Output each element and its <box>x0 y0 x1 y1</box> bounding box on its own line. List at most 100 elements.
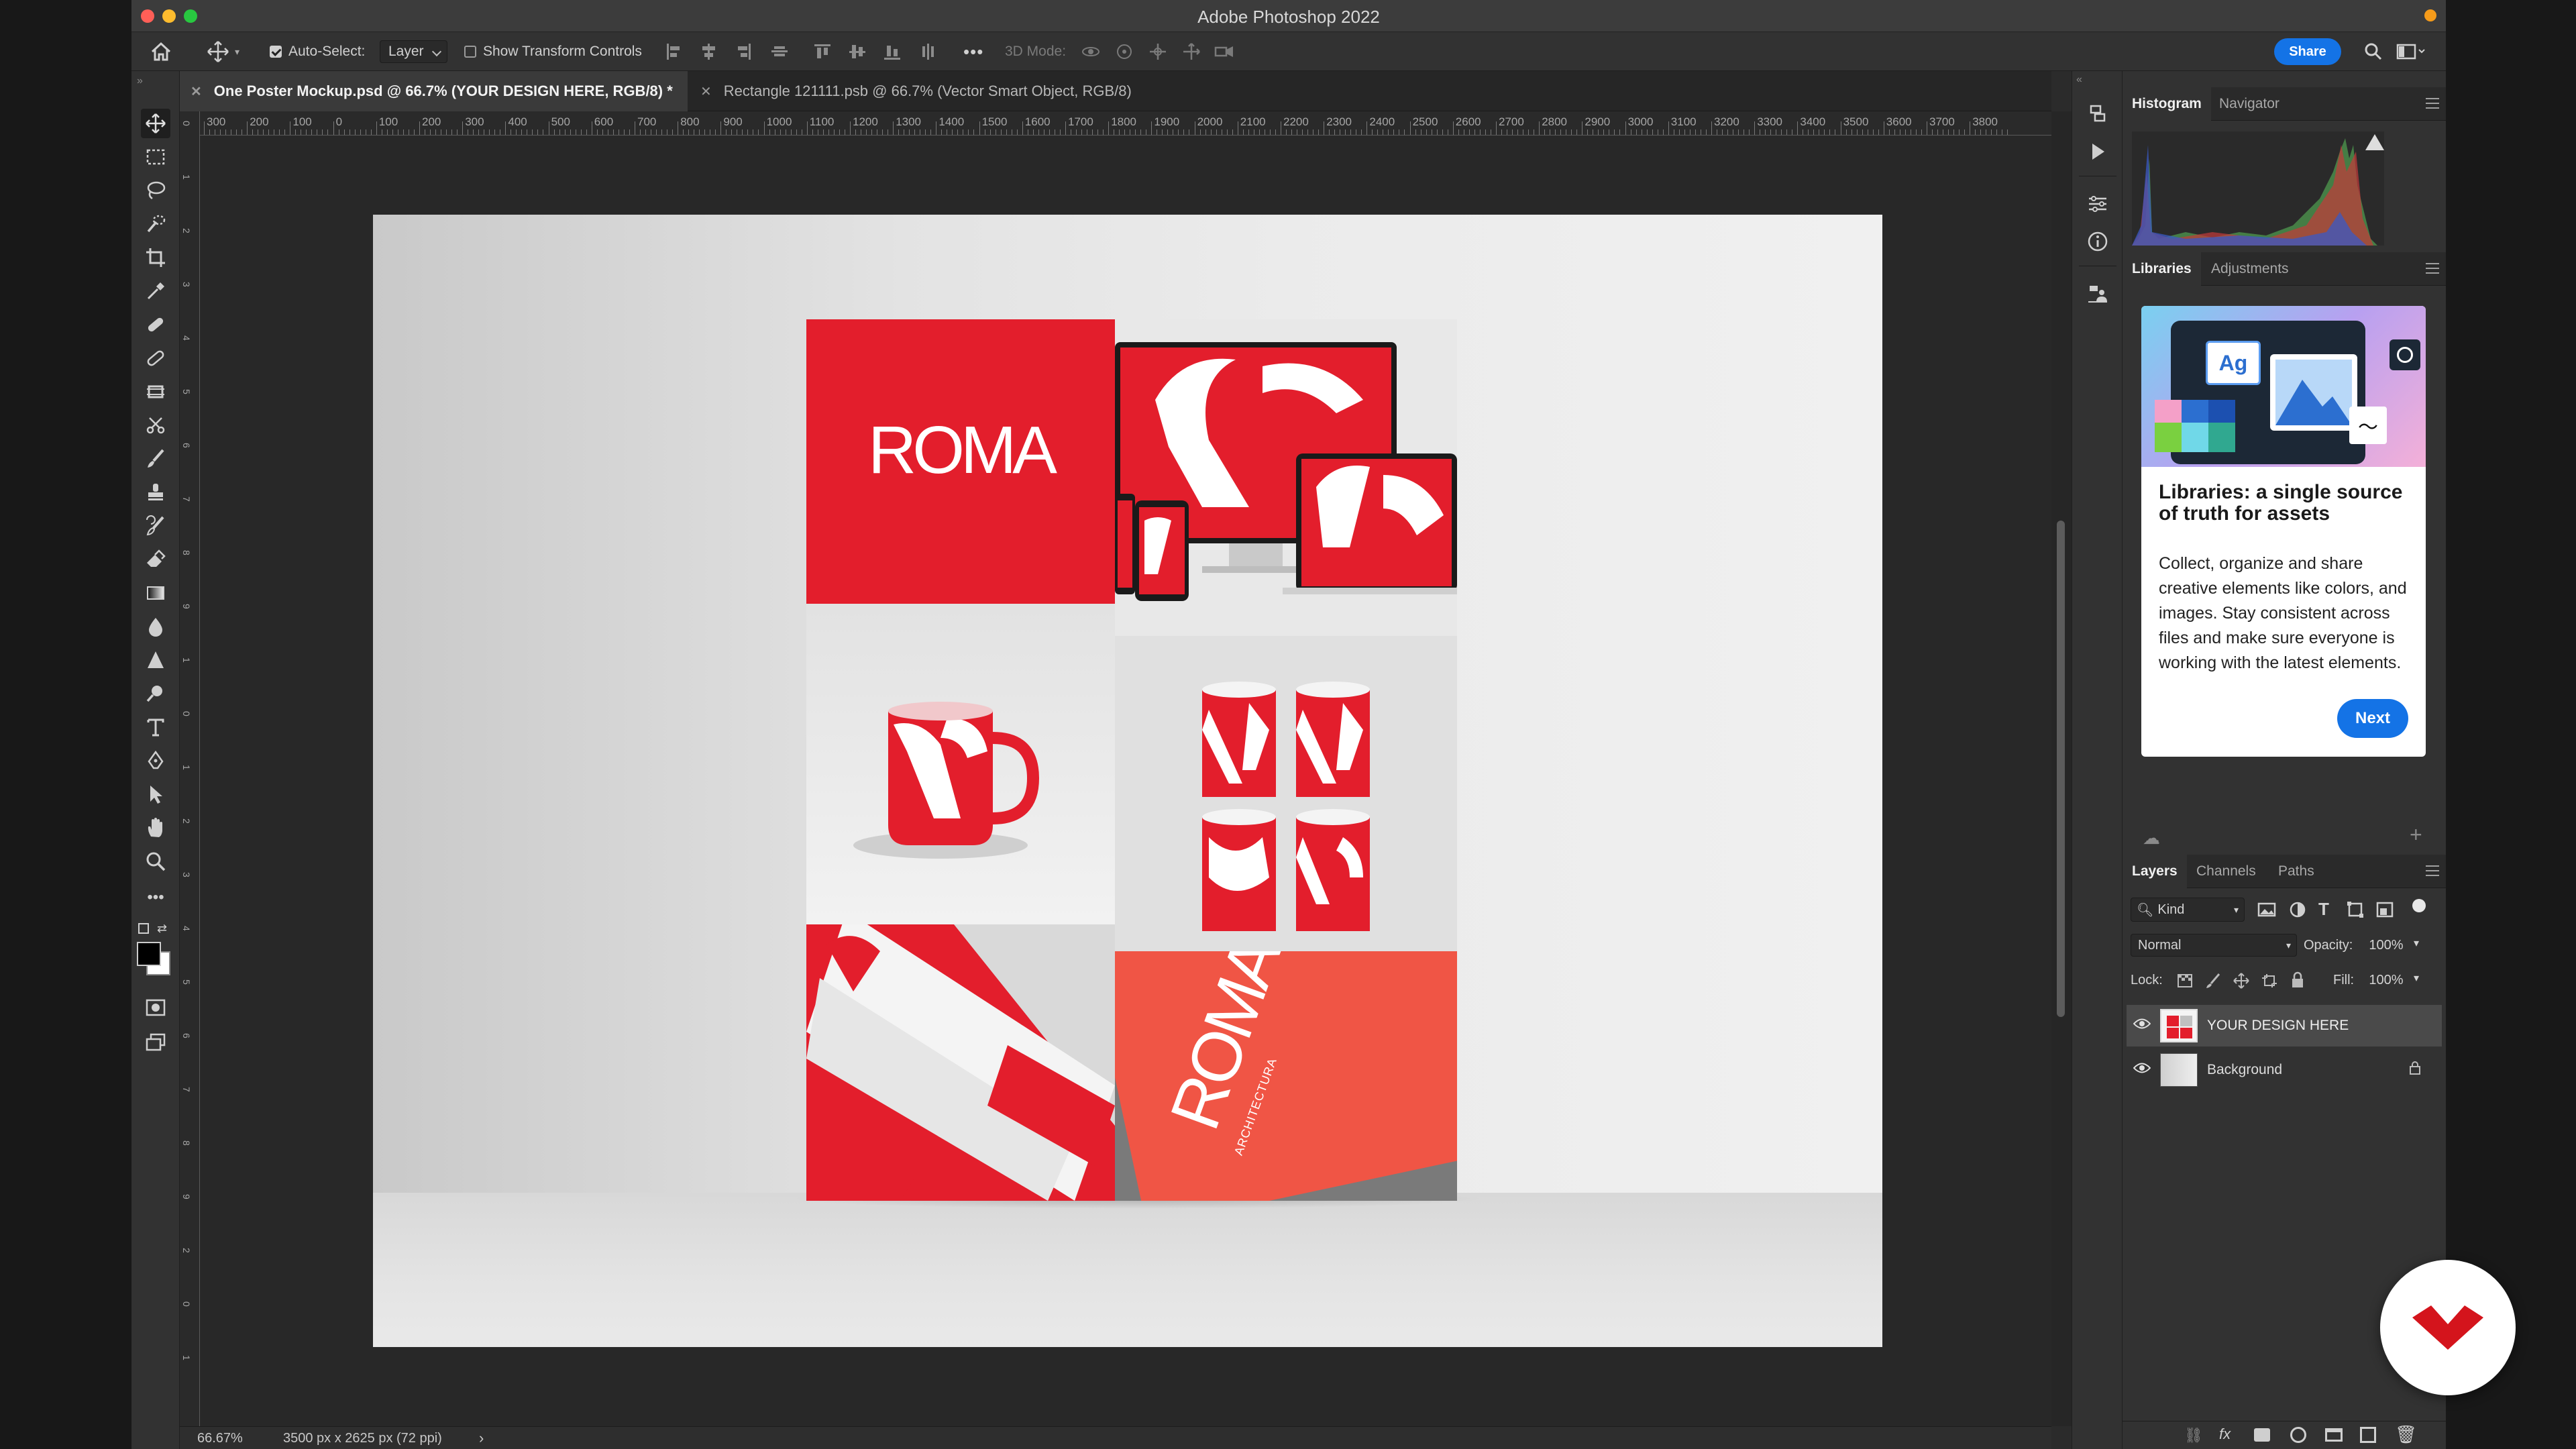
filter-adjustment-icon[interactable] <box>2288 900 2308 919</box>
marquee-tool-button[interactable] <box>141 142 170 172</box>
filter-type-icon[interactable]: T <box>2318 899 2329 920</box>
vertical-scroll-thumb[interactable] <box>2057 521 2065 1017</box>
lock-position-icon[interactable] <box>2233 973 2250 989</box>
tab-layers[interactable]: Layers <box>2123 855 2187 888</box>
history-brush-tool-button[interactable] <box>141 511 170 541</box>
hand-tool-button[interactable] <box>141 813 170 843</box>
vertical-scrollbar[interactable] <box>2051 111 2072 1426</box>
gradient-tool-button[interactable] <box>141 578 170 608</box>
lock-transparent-pixels-icon[interactable] <box>2176 973 2194 989</box>
tab-rectangle-121111[interactable]: ✕ Rectangle 121111.psb @ 66.7% (Vector S… <box>694 71 1146 111</box>
tab-navigator[interactable]: Navigator <box>2210 87 2289 121</box>
default-colors-icon[interactable] <box>138 923 149 934</box>
zoom-level[interactable]: 66.67% <box>197 1431 243 1446</box>
type-tool-button[interactable] <box>141 712 170 742</box>
collapse-dock-icon[interactable]: « <box>2076 74 2082 86</box>
foreground-color-swatch[interactable] <box>137 942 161 966</box>
3d-orbit-icon[interactable] <box>1081 42 1100 61</box>
cloud-sync-icon[interactable]: ☁ <box>2143 828 2160 849</box>
align-top-icon[interactable] <box>813 42 832 61</box>
workspace-switcher-icon[interactable] <box>2396 42 2426 61</box>
quick-mask-button[interactable] <box>141 993 170 1022</box>
tab-one-poster-mockup[interactable]: ✕ One Poster Mockup.psd @ 66.7% (YOUR DE… <box>180 71 688 111</box>
brush-tool-button-alt[interactable] <box>141 343 170 373</box>
object-selection-tool-button[interactable] <box>141 209 170 239</box>
actions-panel-icon[interactable] <box>2086 140 2110 164</box>
3d-scale-icon[interactable] <box>1214 42 1233 61</box>
new-group-icon[interactable] <box>2325 1428 2343 1442</box>
path-selection-tool-button[interactable] <box>141 780 170 809</box>
move-tool-button[interactable] <box>141 109 170 138</box>
share-button[interactable]: Share <box>2274 38 2341 65</box>
filter-toggle-icon[interactable] <box>2412 899 2426 912</box>
distribute-horizontal-icon[interactable] <box>919 42 938 61</box>
opacity-input[interactable]: 100% <box>2361 934 2411 957</box>
link-layers-icon[interactable]: ⛓ <box>2184 1427 2203 1444</box>
show-transform-controls-checkbox[interactable]: Show Transform Controls <box>464 32 642 71</box>
layer-row[interactable]: YOUR DESIGN HERE <box>2127 1005 2442 1046</box>
tab-histogram[interactable]: Histogram <box>2123 87 2211 121</box>
auto-select-checkbox[interactable]: Auto-Select: <box>270 32 365 71</box>
lasso-tool-button[interactable] <box>141 176 170 205</box>
collapse-toolbar-icon[interactable]: » <box>137 75 143 87</box>
tab-paths[interactable]: Paths <box>2269 855 2324 888</box>
properties-panel-icon[interactable] <box>2086 192 2110 216</box>
document-canvas[interactable]: ROMA ROMA ARCHITECTURA <box>373 215 1882 1347</box>
move-tool-preset-button[interactable]: ▾ <box>207 32 239 71</box>
blend-mode-dropdown[interactable]: Normal ▾ <box>2131 934 2297 957</box>
eyedropper-tool-button[interactable] <box>141 276 170 306</box>
sharpen-tool-button[interactable] <box>141 645 170 675</box>
content-aware-tool-button[interactable] <box>141 377 170 407</box>
home-button[interactable] <box>150 32 172 71</box>
layer-style-fx-icon[interactable]: fx <box>2219 1426 2231 1443</box>
delete-layer-icon[interactable]: 🗑︎ <box>2395 1424 2417 1445</box>
visibility-eye-icon[interactable] <box>2133 1018 2152 1034</box>
info-panel-icon[interactable] <box>2086 229 2110 254</box>
pen-tool-button[interactable] <box>141 746 170 775</box>
patch-tool-button[interactable] <box>141 411 170 440</box>
opacity-chevron-icon[interactable]: ▾ <box>2414 936 2419 950</box>
visibility-eye-icon[interactable] <box>2133 1062 2152 1078</box>
align-horizontal-center-icon[interactable] <box>699 42 718 61</box>
history-panel-icon[interactable] <box>2086 102 2110 126</box>
crop-tool-button[interactable] <box>141 243 170 272</box>
3d-pan-icon[interactable] <box>1148 42 1167 61</box>
spot-healing-tool-button[interactable] <box>141 310 170 339</box>
swap-colors-icon[interactable]: ⇄ <box>157 922 167 936</box>
zoom-tool-button[interactable] <box>141 847 170 876</box>
blur-tool-button[interactable] <box>141 612 170 641</box>
align-left-icon[interactable] <box>664 42 683 61</box>
lock-image-pixels-icon[interactable] <box>2204 973 2222 989</box>
layer-filter-kind-dropdown[interactable]: 🔍︎ Kind ▾ <box>2131 898 2245 922</box>
3d-roll-icon[interactable] <box>1115 42 1134 61</box>
filter-shape-icon[interactable] <box>2345 900 2365 919</box>
search-icon[interactable] <box>2364 42 2383 61</box>
tab-libraries[interactable]: Libraries <box>2123 252 2201 286</box>
add-library-icon[interactable]: + <box>2410 822 2422 847</box>
eraser-tool-button[interactable] <box>141 545 170 574</box>
status-menu-arrow-icon[interactable]: › <box>479 1430 484 1447</box>
distribute-vertical-icon[interactable] <box>770 42 789 61</box>
brush-tool-button[interactable] <box>141 444 170 474</box>
edit-toolbar-icon[interactable]: ••• <box>141 883 170 912</box>
dodge-tool-button[interactable] <box>141 679 170 708</box>
align-vertical-center-icon[interactable] <box>848 42 867 61</box>
panel-menu-icon[interactable] <box>2426 865 2439 876</box>
panel-menu-icon[interactable] <box>2426 98 2439 109</box>
close-tab-icon[interactable]: ✕ <box>191 83 202 100</box>
new-layer-icon[interactable] <box>2360 1427 2376 1443</box>
screen-mode-button[interactable] <box>141 1028 170 1057</box>
layer-row[interactable]: Background <box>2127 1049 2442 1091</box>
filter-smart-object-icon[interactable] <box>2375 900 2395 919</box>
fill-input[interactable]: 100% <box>2361 969 2411 991</box>
align-bottom-icon[interactable] <box>883 42 902 61</box>
lock-all-icon[interactable] <box>2289 971 2306 989</box>
panel-menu-icon[interactable] <box>2426 263 2439 274</box>
clone-stamp-tool-button[interactable] <box>141 478 170 507</box>
tab-adjustments[interactable]: Adjustments <box>2202 252 2298 286</box>
learn-panel-icon[interactable] <box>2086 282 2110 306</box>
more-options-icon[interactable]: ••• <box>963 32 983 71</box>
align-right-icon[interactable] <box>734 42 753 61</box>
new-adjustment-layer-icon[interactable] <box>2290 1427 2306 1443</box>
tab-channels[interactable]: Channels <box>2187 855 2265 888</box>
